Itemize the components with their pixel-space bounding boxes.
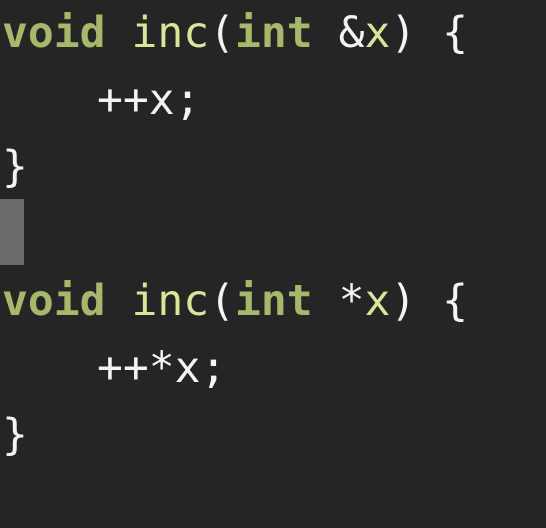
paren-open: ( xyxy=(209,276,236,326)
statement: ++x; xyxy=(97,75,201,125)
code-line-1: void inc(int &x) { xyxy=(2,0,468,67)
function-name: inc xyxy=(131,8,210,58)
text-cursor xyxy=(0,199,24,265)
code-line-2: ++x; xyxy=(2,67,201,134)
signature-end: ) { xyxy=(390,8,469,58)
keyword-int: int xyxy=(235,276,313,326)
parameter-name: x xyxy=(364,8,391,58)
closing-brace: } xyxy=(2,142,28,192)
closing-brace: } xyxy=(2,410,28,460)
signature-end: ) { xyxy=(390,276,469,326)
statement: ++*x; xyxy=(97,343,227,393)
parameter-name: x xyxy=(364,276,391,326)
keyword-void: void xyxy=(2,8,106,58)
code-line-3: } xyxy=(2,134,28,201)
code-line-7: } xyxy=(2,402,28,469)
function-name: inc xyxy=(131,276,210,326)
pointer-operator: * xyxy=(312,276,365,326)
code-editor[interactable]: void inc(int &x) { ++x; } void inc(int *… xyxy=(0,0,546,528)
keyword-void: void xyxy=(2,276,106,326)
code-line-6: ++*x; xyxy=(2,335,226,402)
reference-operator: & xyxy=(312,8,365,58)
keyword-int: int xyxy=(235,8,313,58)
code-line-5: void inc(int *x) { xyxy=(2,268,468,335)
paren-open: ( xyxy=(209,8,236,58)
